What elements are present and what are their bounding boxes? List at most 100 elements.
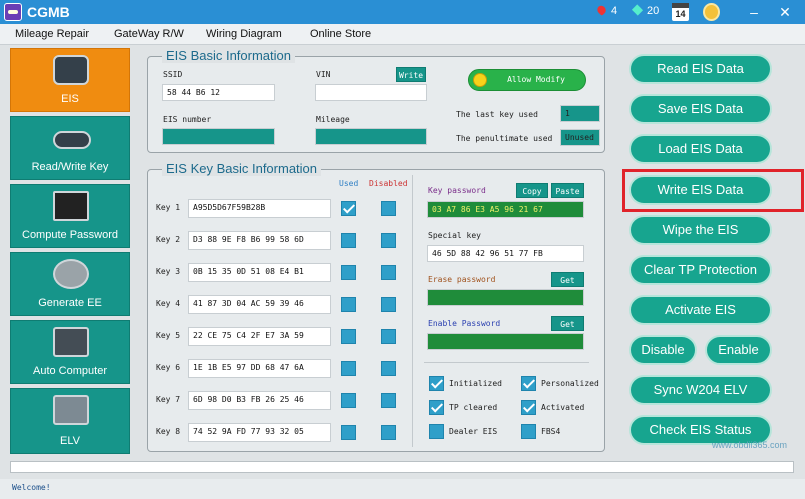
menu-wiring-diagram[interactable]: Wiring Diagram — [206, 28, 282, 40]
menu-gateway-rw[interactable]: GateWay R/W — [114, 28, 184, 40]
key-password-field[interactable]: 03 A7 86 E3 A5 96 21 67 — [427, 201, 584, 218]
key-label: Key 1 — [156, 203, 181, 212]
app-logo-icon — [4, 3, 22, 21]
bottom-bar: Welcome! — [0, 479, 805, 499]
key-label: Key 2 — [156, 235, 181, 244]
erase-get-button[interactable]: Get — [551, 272, 584, 287]
key-label: Key 5 — [156, 331, 181, 340]
key-disabled-checkbox[interactable] — [381, 361, 396, 376]
diamond-icon — [631, 4, 644, 16]
key-value-field[interactable]: 22 CE 75 C4 2F E7 3A 59 — [188, 327, 331, 346]
flag-checkbox[interactable] — [429, 424, 444, 439]
sidebar-item-eis[interactable]: EIS — [10, 48, 130, 112]
enable-password-label: Enable Password — [428, 319, 501, 328]
diamonds-counter: 20 — [631, 4, 659, 17]
flag-checkbox[interactable] — [521, 376, 536, 391]
disable-button[interactable]: Disable — [629, 335, 697, 365]
ssid-label: SSID — [163, 70, 183, 79]
chip-reader-icon — [53, 259, 89, 289]
used-header: Used — [339, 179, 359, 188]
copy-button[interactable]: Copy — [516, 183, 548, 198]
flag-label: TP cleared — [449, 403, 498, 412]
key-value-field[interactable]: 0B 15 35 0D 51 08 E4 B1 — [188, 263, 331, 282]
key-value-field[interactable]: 74 52 9A FD 77 93 32 05 — [188, 423, 331, 442]
sidebar-item-compute-password[interactable]: Compute Password — [10, 184, 130, 248]
computer-icon — [53, 191, 89, 221]
key-disabled-checkbox[interactable] — [381, 265, 396, 280]
key-disabled-checkbox[interactable] — [381, 329, 396, 344]
key-used-checkbox[interactable] — [341, 233, 356, 248]
key-value-field[interactable]: 6D 98 D0 B3 FB 26 25 46 — [188, 391, 331, 410]
read-eis-data-button[interactable]: Read EIS Data — [629, 54, 772, 84]
ssid-field[interactable]: 58 44 B6 12 — [162, 84, 275, 101]
erase-password-field[interactable] — [427, 289, 584, 306]
key-used-checkbox[interactable] — [341, 201, 356, 216]
eis-number-label: EIS number — [163, 115, 212, 124]
eis-key-title: EIS Key Basic Information — [162, 161, 322, 176]
disabled-header: Disabled — [369, 179, 408, 188]
special-key-label: Special key — [428, 231, 481, 240]
watermark-text: www.obdii365.com — [712, 440, 788, 450]
key-used-checkbox[interactable] — [341, 297, 356, 312]
paste-button[interactable]: Paste — [551, 183, 584, 198]
special-key-field[interactable]: 46 5D 88 42 96 51 77 FB — [427, 245, 584, 262]
sidebar-item-generate-ee[interactable]: Generate EE — [10, 252, 130, 316]
vertical-divider — [412, 175, 413, 447]
close-button[interactable]: ✕ — [775, 2, 795, 22]
minimize-button[interactable]: – — [744, 2, 764, 22]
sidebar-item-auto-computer[interactable]: Auto Computer — [10, 320, 130, 384]
key-used-checkbox[interactable] — [341, 265, 356, 280]
key-password-label: Key password — [428, 186, 486, 195]
erase-password-label: Erase password — [428, 275, 496, 284]
key-used-checkbox[interactable] — [341, 329, 356, 344]
eis-basic-title: EIS Basic Information — [162, 48, 295, 63]
write-vin-button[interactable]: Write — [396, 67, 426, 82]
flag-checkbox[interactable] — [429, 400, 444, 415]
key-disabled-checkbox[interactable] — [381, 297, 396, 312]
mileage-field[interactable] — [315, 128, 427, 145]
sidebar-item-read-write-key[interactable]: Read/Write Key — [10, 116, 130, 180]
activate-eis-button[interactable]: Activate EIS — [629, 295, 772, 325]
load-eis-data-button[interactable]: Load EIS Data — [629, 134, 772, 164]
toggle-knob-icon — [473, 73, 487, 87]
ecu-icon — [53, 327, 89, 357]
sync-w204-elv-button[interactable]: Sync W204 ELV — [629, 375, 772, 405]
key-used-checkbox[interactable] — [341, 393, 356, 408]
elv-icon — [53, 395, 89, 425]
flag-checkbox[interactable] — [429, 376, 444, 391]
menu-bar: Mileage Repair GateWay R/W Wiring Diagra… — [0, 24, 805, 45]
mileage-label: Mileage — [316, 115, 350, 124]
save-eis-data-button[interactable]: Save EIS Data — [629, 94, 772, 124]
flag-label: Initialized — [449, 379, 502, 388]
key-value-field[interactable]: A95D5D67F59B28B — [188, 199, 331, 218]
penultimate-field: Unused — [560, 129, 600, 146]
enable-button[interactable]: Enable — [705, 335, 772, 365]
allow-modify-toggle[interactable]: Allow Modify — [468, 69, 586, 91]
clear-tp-protection-button[interactable]: Clear TP Protection — [629, 255, 772, 285]
last-key-label: The last key used — [456, 110, 538, 119]
flag-label: Personalized — [541, 379, 599, 388]
flag-checkbox[interactable] — [521, 424, 536, 439]
key-label: Key 8 — [156, 427, 181, 436]
key-disabled-checkbox[interactable] — [381, 393, 396, 408]
key-value-field[interactable]: 41 87 3D 04 AC 59 39 46 — [188, 295, 331, 314]
calendar-icon[interactable]: 14 — [672, 3, 689, 21]
key-disabled-checkbox[interactable] — [381, 425, 396, 440]
key-disabled-checkbox[interactable] — [381, 233, 396, 248]
key-label: Key 7 — [156, 395, 181, 404]
key-value-field[interactable]: 1E 1B E5 97 DD 68 47 6A — [188, 359, 331, 378]
wipe-eis-button[interactable]: Wipe the EIS — [629, 215, 772, 245]
key-used-checkbox[interactable] — [341, 425, 356, 440]
menu-mileage-repair[interactable]: Mileage Repair — [15, 28, 89, 40]
medal-icon[interactable] — [703, 3, 720, 21]
enable-password-field[interactable] — [427, 333, 584, 350]
menu-online-store[interactable]: Online Store — [310, 28, 371, 40]
flag-checkbox[interactable] — [521, 400, 536, 415]
key-disabled-checkbox[interactable] — [381, 201, 396, 216]
vin-field[interactable] — [315, 84, 427, 101]
eis-number-field[interactable] — [162, 128, 275, 145]
key-used-checkbox[interactable] — [341, 361, 356, 376]
sidebar-item-elv[interactable]: ELV — [10, 388, 130, 454]
key-value-field[interactable]: D3 88 9E F8 B6 99 58 6D — [188, 231, 331, 250]
enable-get-button[interactable]: Get — [551, 316, 584, 331]
